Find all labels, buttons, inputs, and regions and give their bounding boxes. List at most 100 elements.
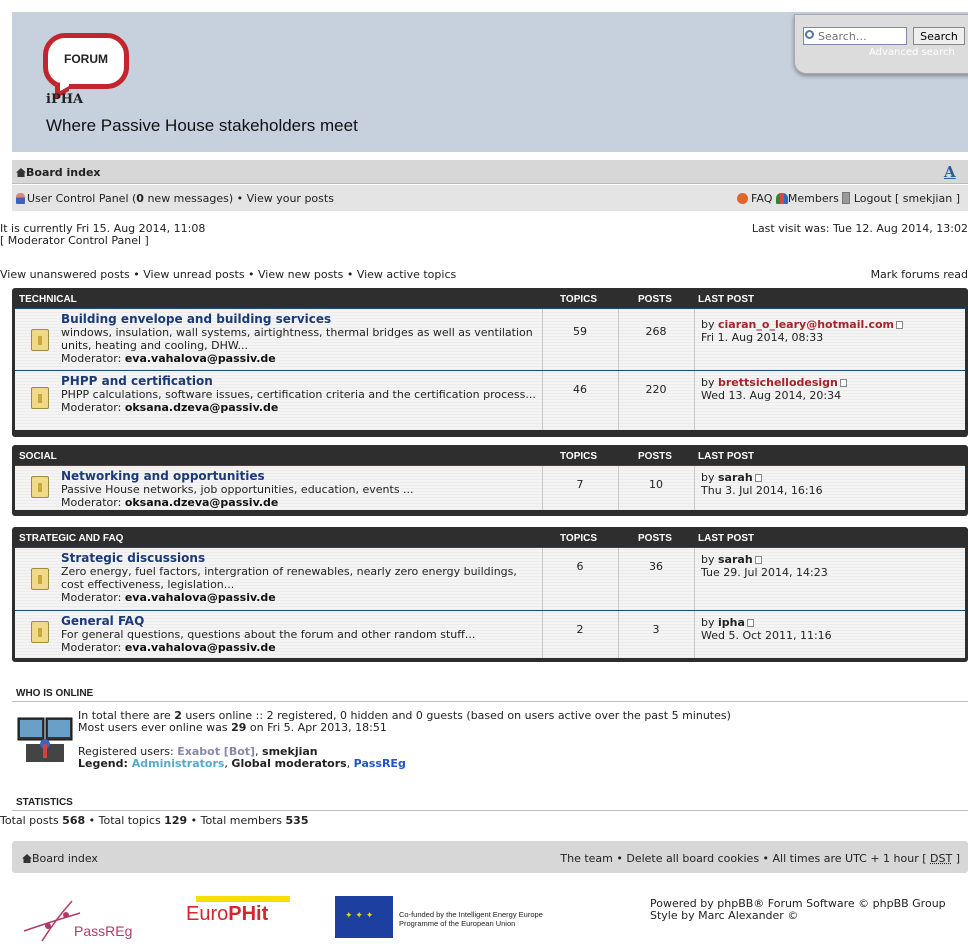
total-members: 535 bbox=[285, 814, 309, 827]
category-name[interactable]: Technical bbox=[19, 294, 77, 305]
stat-label: Total posts bbox=[0, 814, 63, 827]
moderator-link[interactable]: oksana.dzeva@passiv.de bbox=[125, 401, 279, 414]
last-post-author[interactable]: brettsichellodesign bbox=[718, 376, 838, 389]
legend-group[interactable]: PassREg bbox=[354, 757, 406, 770]
topics-count: 59 bbox=[573, 325, 587, 338]
who-is-online-title[interactable]: WHO IS ONLINE bbox=[16, 688, 93, 699]
moderator-control-panel-link[interactable]: [ Moderator Control Panel ] bbox=[0, 234, 149, 247]
last-post-author[interactable]: sarah bbox=[718, 471, 753, 484]
font-size-icon[interactable]: A bbox=[944, 163, 956, 181]
passreg-logo[interactable]: PassREg bbox=[22, 893, 152, 943]
column-last-post: LAST POST bbox=[698, 451, 755, 462]
logo-org: iPHA bbox=[46, 92, 84, 107]
last-post-author[interactable]: ciaran_o_leary@hotmail.com bbox=[718, 318, 894, 331]
forum-title[interactable]: Building envelope and building services bbox=[61, 312, 541, 326]
forum-folder-icon bbox=[31, 476, 49, 498]
logout-link[interactable]: Logout [ smekjian ] bbox=[854, 192, 960, 205]
moderator-link[interactable]: eva.vahalova@passiv.de bbox=[125, 591, 276, 604]
moderator-label: Moderator: bbox=[61, 352, 122, 365]
search-box: Search Advanced search bbox=[794, 14, 968, 74]
style-line[interactable]: Style by Marc Alexander © bbox=[650, 909, 798, 922]
forum-moderator: Moderator: eva.vahalova@passiv.de bbox=[61, 352, 541, 365]
forum-row: Strategic discussions Zero energy, fuel … bbox=[15, 547, 965, 610]
user-icon bbox=[16, 193, 25, 204]
home-icon bbox=[22, 854, 32, 863]
forum-title[interactable]: PHPP and certification bbox=[61, 374, 541, 388]
legend-group[interactable]: Administrators bbox=[132, 757, 225, 770]
moderator-link[interactable]: oksana.dzeva@passiv.de bbox=[125, 496, 279, 509]
topics-count: 6 bbox=[576, 560, 584, 573]
column-posts: POSTS bbox=[638, 451, 672, 462]
view-post-icon[interactable] bbox=[839, 379, 847, 387]
category-name[interactable]: Social bbox=[19, 451, 57, 462]
last-post-date: Fri 1. Aug 2014, 08:33 bbox=[701, 331, 824, 344]
board-index-link-bottom[interactable]: Board index bbox=[22, 852, 98, 865]
forum-moderator: Moderator: oksana.dzeva@passiv.de bbox=[61, 496, 541, 509]
moderator-link[interactable]: eva.vahalova@passiv.de bbox=[125, 641, 276, 654]
footer-links-text[interactable]: The team • Delete all board cookies • Al… bbox=[560, 852, 930, 865]
forum-title[interactable]: Networking and opportunities bbox=[61, 469, 541, 483]
dst-abbr: DST bbox=[930, 852, 953, 865]
board-index-label: Board index bbox=[26, 166, 101, 179]
board-index-link[interactable]: Board index bbox=[16, 166, 101, 179]
forum-description: Zero energy, fuel factors, intergration … bbox=[61, 565, 517, 591]
advanced-search-link[interactable]: Advanced search bbox=[869, 47, 955, 58]
eu-flag-icon bbox=[335, 896, 393, 938]
members-link[interactable]: Members bbox=[788, 192, 839, 205]
last-post-author[interactable]: sarah bbox=[718, 553, 753, 566]
forum-folder-icon bbox=[31, 568, 49, 590]
moderator-label: Moderator: bbox=[61, 401, 122, 414]
cell-divider bbox=[694, 371, 695, 430]
cell-divider bbox=[618, 466, 619, 510]
topics-count: 7 bbox=[576, 478, 584, 491]
faq-link[interactable]: FAQ bbox=[751, 192, 772, 205]
online-details: In total there are 2 users online :: 2 r… bbox=[78, 709, 731, 770]
search-links[interactable]: View unanswered posts • View unread post… bbox=[0, 268, 456, 281]
europhit-bar bbox=[196, 896, 290, 902]
total-topics: 129 bbox=[164, 814, 188, 827]
column-last-post: LAST POST bbox=[698, 533, 755, 544]
cell-divider bbox=[542, 611, 543, 658]
forum-folder-icon bbox=[31, 621, 49, 643]
navbar-top bbox=[12, 160, 968, 184]
stat-label: • Total topics bbox=[85, 814, 165, 827]
column-posts: POSTS bbox=[638, 294, 672, 305]
search-button[interactable]: Search bbox=[913, 27, 965, 45]
view-post-icon[interactable] bbox=[746, 619, 754, 627]
forum-logo[interactable]: FORUM bbox=[43, 33, 129, 89]
mark-forums-read-link[interactable]: Mark forums read bbox=[871, 268, 968, 281]
legend-label: Legend: bbox=[78, 757, 132, 770]
view-post-icon[interactable] bbox=[896, 321, 903, 329]
cell-divider bbox=[542, 371, 543, 430]
search-input[interactable] bbox=[803, 27, 907, 45]
last-post-author[interactable]: ipha bbox=[718, 616, 745, 629]
header-right-links: FAQ Members Logout [ smekjian ] bbox=[736, 192, 960, 205]
forum-description: For general questions, questions about t… bbox=[61, 628, 476, 641]
moderator-link[interactable]: eva.vahalova@passiv.de bbox=[125, 352, 276, 365]
view-post-icon[interactable] bbox=[754, 474, 762, 482]
last-post-date: Wed 13. Aug 2014, 20:34 bbox=[701, 389, 842, 402]
view-post-icon[interactable] bbox=[754, 556, 762, 564]
forum-title[interactable]: Strategic discussions bbox=[61, 551, 541, 565]
logout-icon bbox=[842, 192, 851, 204]
forum-row: General FAQ For general questions, quest… bbox=[15, 610, 965, 658]
statistics-text: Total posts 568 • Total topics 129 • Tot… bbox=[0, 814, 308, 827]
forum-moderator: Moderator: eva.vahalova@passiv.de bbox=[61, 641, 541, 654]
column-last-post: LAST POST bbox=[698, 294, 755, 305]
user-control-panel-link[interactable]: User Control Panel (0 new messages) • Vi… bbox=[16, 192, 334, 205]
forum-row: PHPP and certification PHPP calculations… bbox=[15, 370, 965, 430]
footer-links-end: ] bbox=[952, 852, 960, 865]
last-post-date: Wed 5. Oct 2011, 11:16 bbox=[701, 629, 832, 642]
forum-title[interactable]: General FAQ bbox=[61, 614, 541, 628]
footer-links[interactable]: The team • Delete all board cookies • Al… bbox=[560, 852, 960, 865]
legend-group[interactable]: Global moderators bbox=[231, 757, 346, 770]
category-header: Social TOPICS POSTS LAST POST bbox=[15, 447, 965, 465]
category-name[interactable]: Strategic and FAQ bbox=[19, 533, 123, 544]
faq-icon bbox=[736, 193, 748, 204]
forum-description: Passive House networks, job opportunitie… bbox=[61, 483, 414, 496]
forum-moderator: Moderator: oksana.dzeva@passiv.de bbox=[61, 401, 541, 414]
site-description: Where Passive House stakeholders meet bbox=[46, 116, 358, 135]
last-post-date: Tue 29. Jul 2014, 14:23 bbox=[701, 566, 828, 579]
board-index-label: Board index bbox=[32, 852, 98, 865]
europhit-logo[interactable]: EuroPHit bbox=[186, 903, 268, 926]
